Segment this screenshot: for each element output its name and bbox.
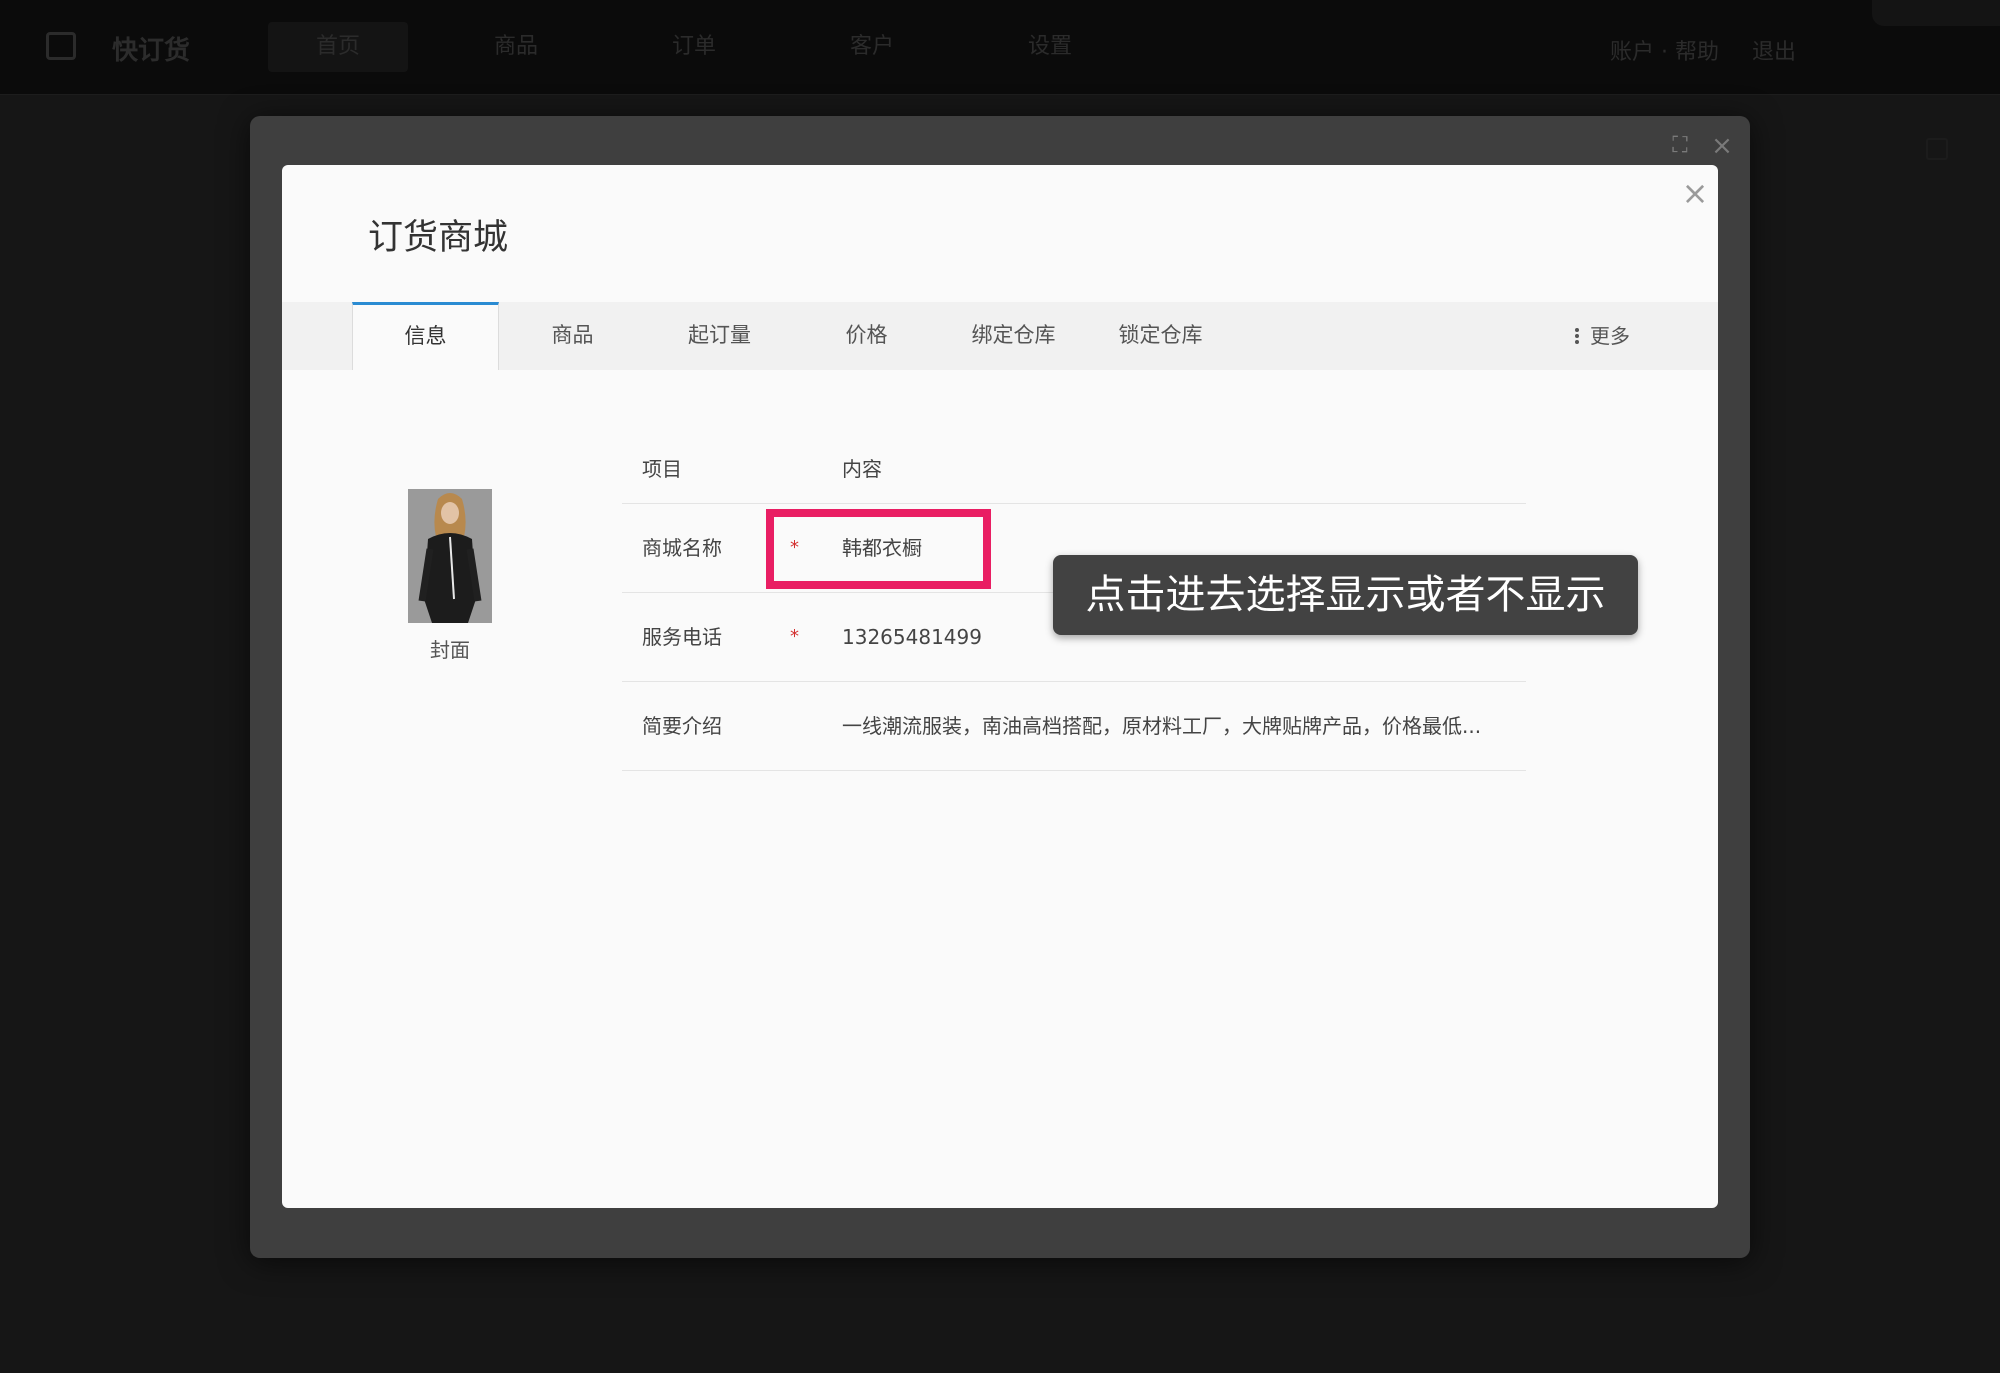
tab-goods[interactable]: 商品 (499, 302, 646, 370)
table-header-row: 项目 内容 (622, 435, 1526, 504)
nav-item-home[interactable]: 首页 (268, 22, 408, 72)
tab-bar: 信息 商品 起订量 价格 绑定仓库 锁定仓库 更多 (282, 302, 1718, 370)
background-tool-icon (1926, 138, 1948, 160)
mall-dialog: × 订货商城 信息 商品 起订量 价格 绑定仓库 锁定仓库 更多 封面 项目 内… (282, 165, 1718, 1208)
row-label: 服务电话 (642, 625, 722, 649)
app-brand: 快订货 (112, 36, 191, 66)
header-content: 内容 (842, 457, 882, 481)
nav-item-goods[interactable]: 商品 (446, 22, 586, 72)
nav-item-orders[interactable]: 订单 (624, 22, 764, 72)
more-label: 更多 (1590, 324, 1630, 348)
header-item: 项目 (642, 457, 682, 481)
app-topbar: 快订货 首页 商品 订单 客户 设置 账户 · 帮助 退出 (0, 0, 2000, 95)
instruction-tooltip: 点击进去选择显示或者不显示 (1053, 555, 1638, 635)
window-controls[interactable] (1872, 0, 2000, 26)
tab-lock-warehouse[interactable]: 锁定仓库 (1087, 302, 1234, 370)
required-mark: * (790, 626, 799, 647)
outer-close-icon[interactable]: × (1708, 132, 1736, 160)
cover-image[interactable] (408, 489, 492, 623)
service-phone-value[interactable]: 13265481499 (842, 593, 982, 681)
tab-info[interactable]: 信息 (352, 302, 499, 370)
fullscreen-icon[interactable]: ⛶ (1666, 132, 1694, 160)
more-menu-button[interactable]: 更多 (1574, 302, 1630, 370)
tab-min-order[interactable]: 起订量 (646, 302, 793, 370)
tab-bind-warehouse[interactable]: 绑定仓库 (940, 302, 1087, 370)
app-logo-icon (46, 32, 76, 60)
row-label: 商城名称 (642, 536, 722, 560)
highlight-box (766, 509, 991, 589)
intro-value[interactable]: 一线潮流服装，南油高档搭配，原材料工厂，大牌贴牌产品，价格最低... (842, 682, 1481, 770)
nav-item-customers[interactable]: 客户 (802, 22, 942, 72)
close-icon[interactable]: × (1675, 173, 1715, 213)
cover-label: 封面 (430, 638, 470, 662)
top-nav: 首页 商品 订单 客户 设置 (268, 22, 1158, 72)
dialog-title: 订货商城 (368, 218, 509, 258)
tab-price[interactable]: 价格 (793, 302, 940, 370)
logout-link[interactable]: 退出 (1752, 34, 1796, 66)
account-link[interactable]: 账户 · 帮助 (1610, 34, 1719, 66)
nav-item-settings[interactable]: 设置 (980, 22, 1120, 72)
row-label: 简要介绍 (642, 714, 722, 738)
more-dots-icon (1574, 325, 1580, 347)
table-row[interactable]: 简要介绍 一线潮流服装，南油高档搭配，原材料工厂，大牌贴牌产品，价格最低... (622, 682, 1526, 771)
